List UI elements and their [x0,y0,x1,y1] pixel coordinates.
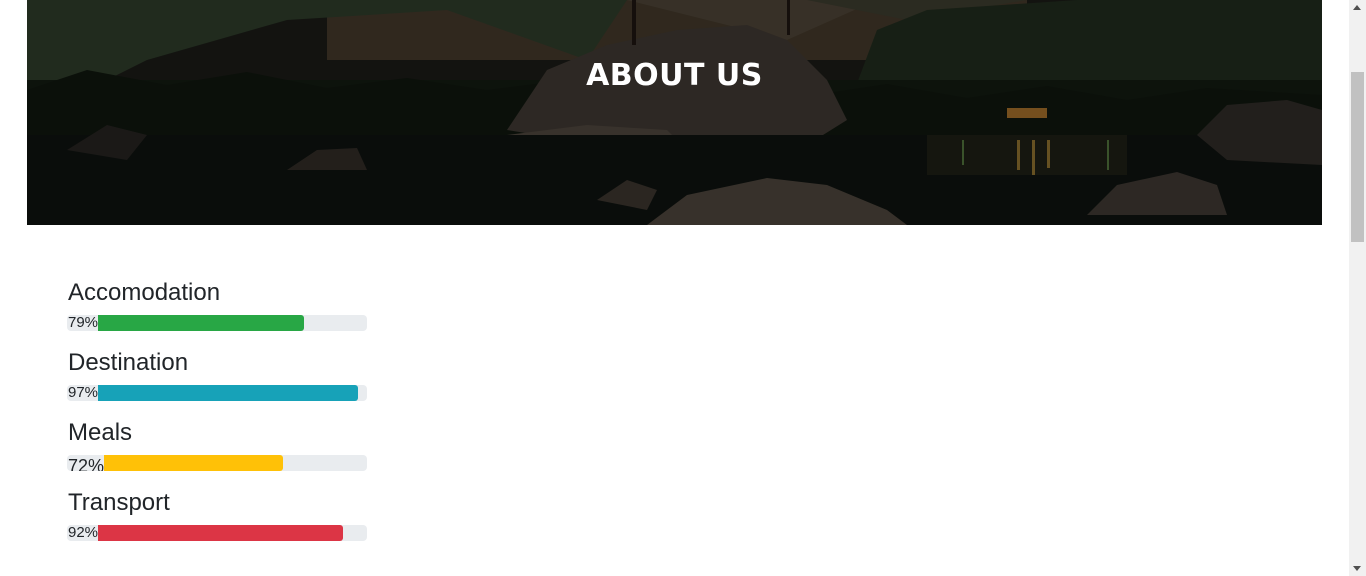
scroll-down-arrow-icon[interactable] [1353,566,1361,571]
scroll-thumb[interactable] [1351,72,1364,242]
progress-fill [98,385,358,401]
page-title: ABOUT US [586,58,763,93]
progress-bar: 97% [67,385,367,401]
skills-progress-list: Accomodation 79% Destination 97% Meals 7… [67,280,367,560]
skill-transport: Transport 92% [67,490,367,560]
skill-destination: Destination 97% [67,350,367,420]
skill-label: Destination [68,349,189,376]
progress-fill [98,525,343,541]
skill-accomodation: Accomodation 79% [67,280,367,350]
progress-bar: 92% [67,525,367,541]
progress-fill [104,455,283,471]
skill-label: Meals [68,419,133,446]
about-hero-banner: ABOUT US [27,0,1322,225]
scroll-up-arrow-icon[interactable] [1353,5,1361,10]
progress-percent: 72% [68,456,105,471]
progress-percent: 79% [68,315,99,331]
vertical-scrollbar[interactable] [1349,0,1366,576]
skill-label: Transport [68,489,170,516]
lake-landscape-image [27,0,1322,225]
skill-meals: Meals 72% [67,420,367,490]
skill-label: Accomodation [68,279,221,306]
progress-bar: 79% [67,315,367,331]
progress-bar: 72% [67,455,367,471]
progress-percent: 97% [68,385,99,401]
progress-fill [98,315,304,331]
progress-percent: 92% [68,525,99,541]
